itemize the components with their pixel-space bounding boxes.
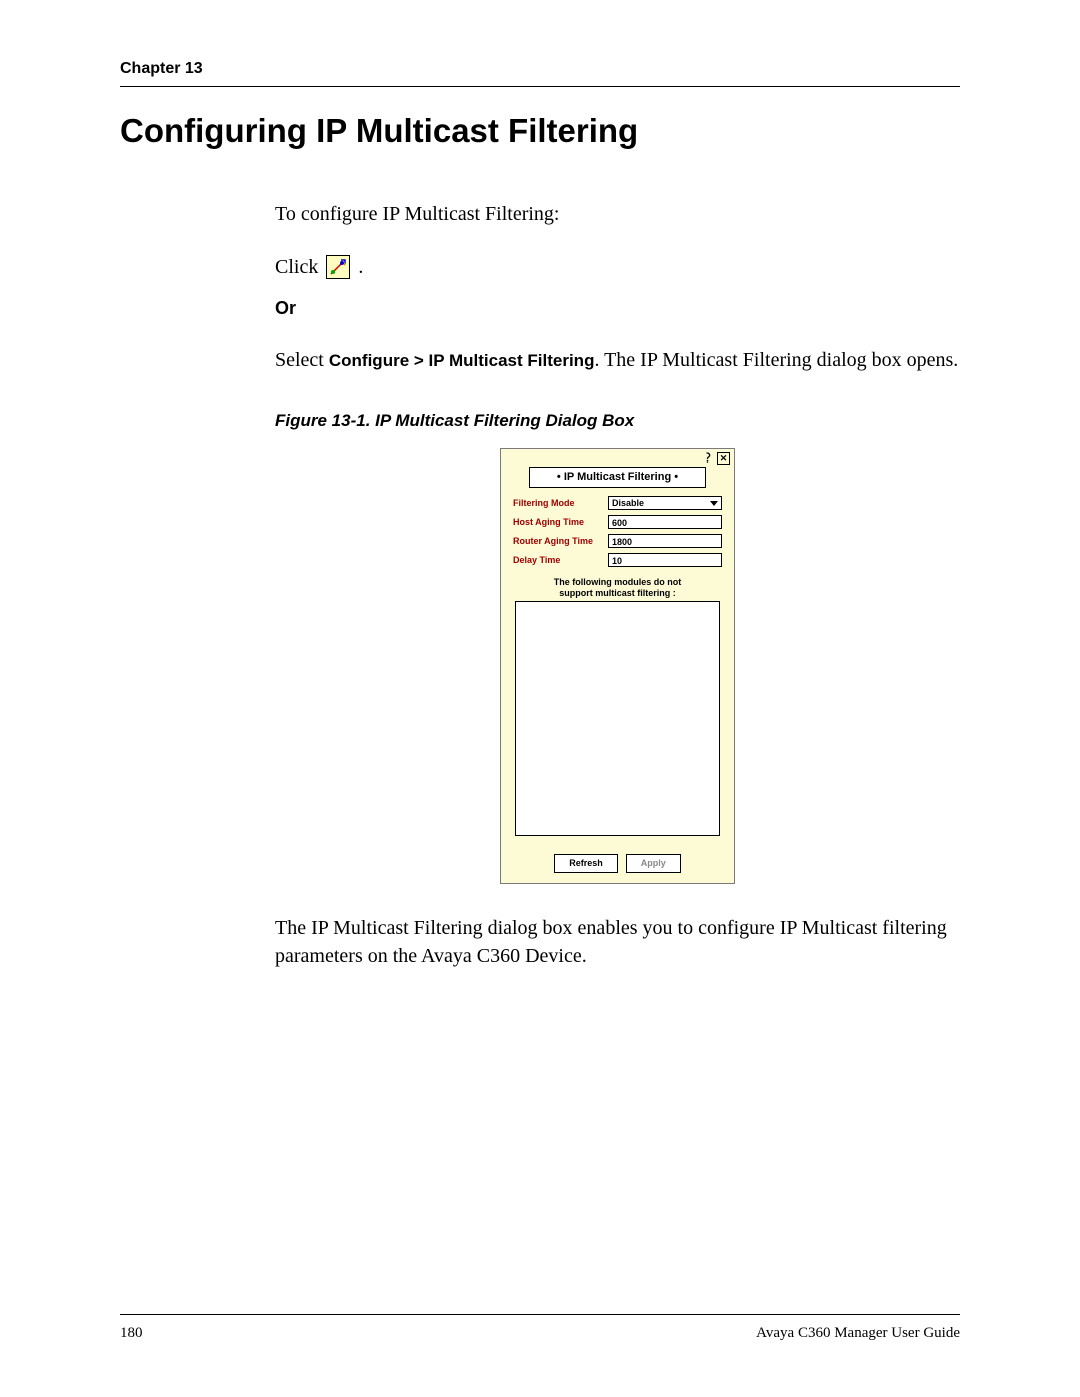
help-icon[interactable] bbox=[700, 452, 713, 465]
filtering-mode-value: Disable bbox=[609, 497, 707, 509]
click-instruction: Click . bbox=[275, 253, 960, 281]
dialog-titlebar: ✕ bbox=[501, 449, 734, 465]
delay-time-input[interactable]: 10 bbox=[608, 553, 722, 567]
modules-list[interactable] bbox=[515, 601, 720, 836]
after-text: The IP Multicast Filtering dialog box en… bbox=[275, 914, 960, 970]
menu-path: Configure > IP Multicast Filtering bbox=[329, 351, 595, 370]
page-number: 180 bbox=[120, 1325, 143, 1342]
click-suffix: . bbox=[358, 253, 363, 281]
chevron-down-icon bbox=[707, 497, 721, 509]
modules-caption: The following modules do not support mul… bbox=[513, 577, 722, 599]
router-aging-input[interactable]: 1800 bbox=[608, 534, 722, 548]
delay-time-row: Delay Time 10 bbox=[513, 553, 722, 567]
filtering-mode-label: Filtering Mode bbox=[513, 497, 608, 510]
or-label: Or bbox=[275, 296, 960, 321]
doc-title: Avaya C360 Manager User Guide bbox=[756, 1325, 960, 1342]
router-aging-label: Router Aging Time bbox=[513, 535, 608, 548]
select-instruction: Select Configure > IP Multicast Filterin… bbox=[275, 346, 960, 374]
filtering-mode-row: Filtering Mode Disable bbox=[513, 496, 722, 510]
footer-rule bbox=[120, 1314, 960, 1315]
ip-multicast-dialog: ✕ • IP Multicast Filtering • Filtering M… bbox=[500, 448, 735, 884]
section-title: Configuring IP Multicast Filtering bbox=[120, 112, 960, 150]
close-icon[interactable]: ✕ bbox=[717, 452, 730, 465]
multicast-toolbar-icon bbox=[326, 255, 350, 279]
figure-caption: Figure 13-1. IP Multicast Filtering Dial… bbox=[275, 409, 960, 433]
click-prefix: Click bbox=[275, 253, 318, 281]
dialog-title: • IP Multicast Filtering • bbox=[529, 467, 706, 488]
host-aging-label: Host Aging Time bbox=[513, 516, 608, 529]
select-prefix: Select bbox=[275, 349, 329, 371]
apply-button[interactable]: Apply bbox=[626, 854, 681, 873]
host-aging-row: Host Aging Time 600 bbox=[513, 515, 722, 529]
refresh-button[interactable]: Refresh bbox=[554, 854, 618, 873]
header-rule bbox=[120, 86, 960, 87]
dialog-footer: Refresh Apply bbox=[501, 844, 734, 883]
chapter-label: Chapter 13 bbox=[120, 60, 960, 78]
intro-text: To configure IP Multicast Filtering: bbox=[275, 200, 960, 228]
host-aging-input[interactable]: 600 bbox=[608, 515, 722, 529]
router-aging-row: Router Aging Time 1800 bbox=[513, 534, 722, 548]
select-suffix: . The IP Multicast Filtering dialog box … bbox=[594, 349, 958, 371]
delay-time-label: Delay Time bbox=[513, 554, 608, 567]
filtering-mode-select[interactable]: Disable bbox=[608, 496, 722, 510]
